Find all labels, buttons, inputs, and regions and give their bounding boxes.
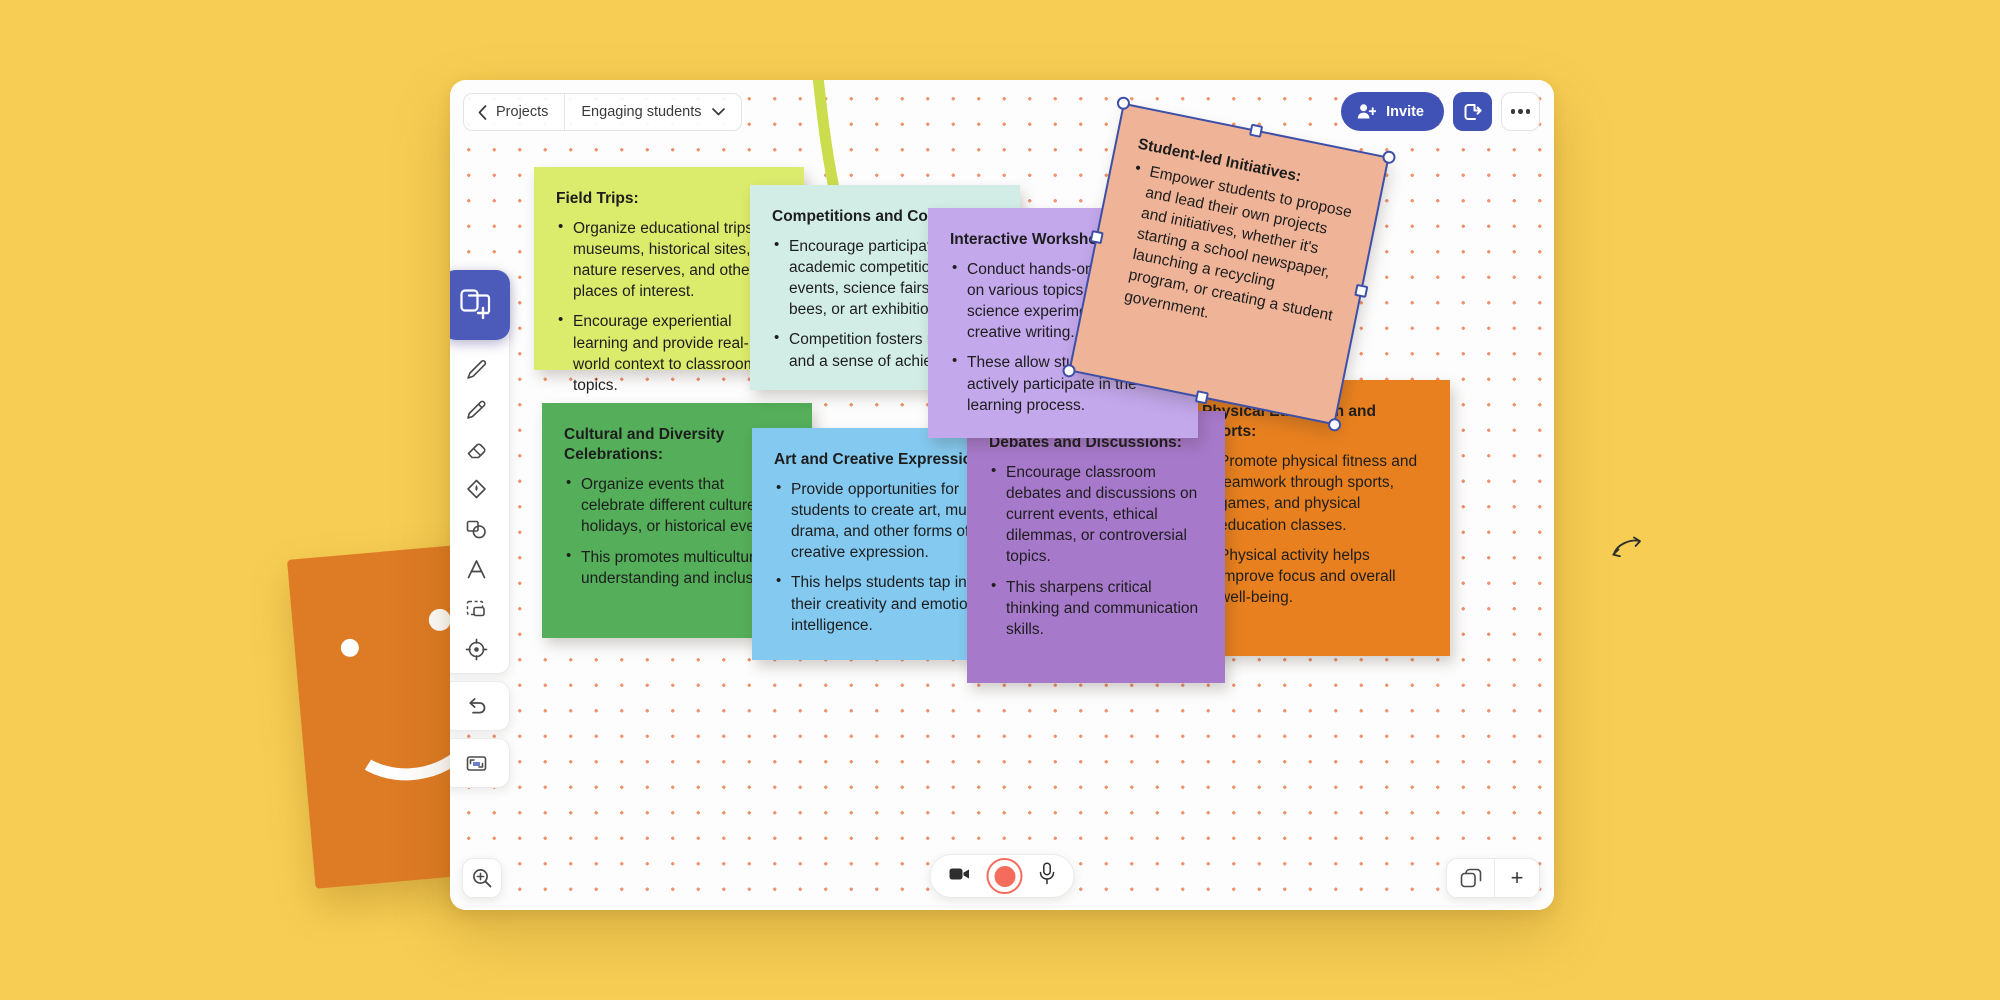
record-button[interactable] bbox=[986, 858, 1023, 894]
highlighter-icon bbox=[466, 400, 486, 419]
invite-button[interactable]: Invite bbox=[1341, 92, 1444, 131]
header-actions: Invite bbox=[1341, 92, 1540, 131]
selected-note-wrapper[interactable]: Student-led Initiatives: • Empower stude… bbox=[1061, 95, 1397, 433]
recording-controls-bar bbox=[929, 854, 1075, 898]
sidebar-item-text-tool[interactable] bbox=[450, 549, 504, 589]
more-horizontal-icon bbox=[1518, 109, 1523, 114]
microphone-toggle-button[interactable] bbox=[1039, 862, 1056, 890]
more-options-button[interactable] bbox=[1501, 92, 1540, 131]
note-bullet-list: Organize educational trips to museums, h… bbox=[556, 217, 782, 396]
note-bullet: Encourage experiential learning and prov… bbox=[556, 310, 782, 395]
chevron-left-icon bbox=[478, 104, 487, 120]
undo-arrow-icon bbox=[468, 697, 485, 713]
chevron-down-icon bbox=[711, 108, 725, 116]
add-page-label: + bbox=[1510, 865, 1524, 890]
note-bullet-list: Encourage classroom debates and discussi… bbox=[989, 461, 1203, 640]
note-bullet: Organize educational trips to museums, h… bbox=[556, 217, 782, 302]
note-title: Field Trips: bbox=[556, 190, 639, 207]
breadcrumb: Projects Engaging students bbox=[463, 93, 742, 131]
zoom-in-button[interactable] bbox=[462, 858, 502, 898]
paint-bucket-icon bbox=[466, 479, 486, 498]
sidebar-item-frame-tool[interactable] bbox=[450, 589, 504, 629]
sticky-note-student-led-initiatives[interactable]: Student-led Initiatives: • Empower stude… bbox=[1068, 102, 1390, 426]
sidebar-item-eraser-tool[interactable] bbox=[450, 429, 504, 469]
note-bullet: Physical activity helps improve focus an… bbox=[1202, 544, 1428, 608]
share-button[interactable] bbox=[1453, 92, 1492, 131]
eraser-icon bbox=[467, 442, 486, 458]
sticky-note-plus-icon bbox=[460, 289, 491, 320]
microphone-icon bbox=[1039, 862, 1055, 885]
invite-label: Invite bbox=[1386, 103, 1424, 120]
resize-handle-left[interactable] bbox=[1089, 230, 1104, 245]
sidebar-item-fill-tool[interactable] bbox=[450, 469, 504, 509]
add-page-button[interactable]: + bbox=[1494, 859, 1539, 897]
sticky-note-debates-and-discussions[interactable]: Debates and Discussions: Encourage class… bbox=[967, 411, 1225, 683]
smiley-right-eye-icon bbox=[427, 607, 452, 632]
note-bullet-list: Promote physical fitness and teamwork th… bbox=[1202, 450, 1428, 608]
sidebar-item-laser-pointer-tool[interactable] bbox=[450, 629, 504, 669]
board-title-dropdown[interactable]: Engaging students bbox=[565, 94, 740, 130]
record-button-icon bbox=[994, 865, 1015, 887]
left-toolbar bbox=[450, 270, 510, 788]
sidebar-item-highlighter-tool[interactable] bbox=[450, 389, 504, 429]
pages-bar: + bbox=[1446, 858, 1540, 898]
frame-select-icon bbox=[466, 600, 485, 616]
pencil-icon bbox=[466, 359, 486, 379]
screen-capture-icon bbox=[466, 755, 486, 771]
text-a-icon bbox=[467, 559, 485, 578]
resize-handle-bottom[interactable] bbox=[1194, 390, 1209, 405]
target-crosshair-icon bbox=[465, 638, 487, 660]
whiteboard-canvas[interactable]: Field Trips: Organize educational trips … bbox=[450, 80, 1554, 910]
whiteboard-app-window: Field Trips: Organize educational trips … bbox=[450, 80, 1554, 910]
resize-handle-right[interactable] bbox=[1354, 283, 1369, 298]
more-horizontal-icon bbox=[1510, 109, 1516, 114]
back-to-projects-button[interactable]: Projects bbox=[464, 94, 566, 130]
back-to-projects-label: Projects bbox=[496, 104, 549, 120]
note-bullet: This sharpens critical thinking and comm… bbox=[989, 576, 1203, 640]
sidebar-item-shapes-tool[interactable] bbox=[450, 509, 504, 549]
smiley-left-eye-icon bbox=[340, 638, 360, 658]
pages-stack-icon bbox=[1460, 868, 1481, 888]
board-title-label: Engaging students bbox=[581, 104, 702, 120]
share-arrow-icon bbox=[1464, 103, 1482, 120]
sidebar-item-add-sticky-note-tool[interactable] bbox=[450, 270, 510, 340]
toolbar-undo-group bbox=[450, 681, 510, 731]
sidebar-item-undo-tool[interactable] bbox=[450, 686, 504, 726]
sidebar-item-pen-tool[interactable] bbox=[450, 349, 504, 389]
rotate-cursor-icon bbox=[1612, 536, 1641, 558]
shapes-icon bbox=[466, 520, 486, 538]
resize-handle-top[interactable] bbox=[1249, 123, 1264, 138]
camera-toggle-button[interactable] bbox=[949, 866, 971, 887]
pages-list-button[interactable] bbox=[1447, 859, 1494, 897]
note-bullet: Promote physical fitness and teamwork th… bbox=[1202, 450, 1428, 535]
video-camera-icon bbox=[949, 868, 969, 879]
zoom-in-magnifier-icon bbox=[473, 869, 492, 888]
toolbar-capture-group bbox=[450, 738, 510, 788]
more-horizontal-icon bbox=[1525, 109, 1531, 114]
person-add-icon bbox=[1357, 104, 1377, 119]
note-bullet: Encourage classroom debates and discussi… bbox=[989, 461, 1203, 567]
sidebar-item-screen-capture-tool[interactable] bbox=[450, 743, 504, 783]
